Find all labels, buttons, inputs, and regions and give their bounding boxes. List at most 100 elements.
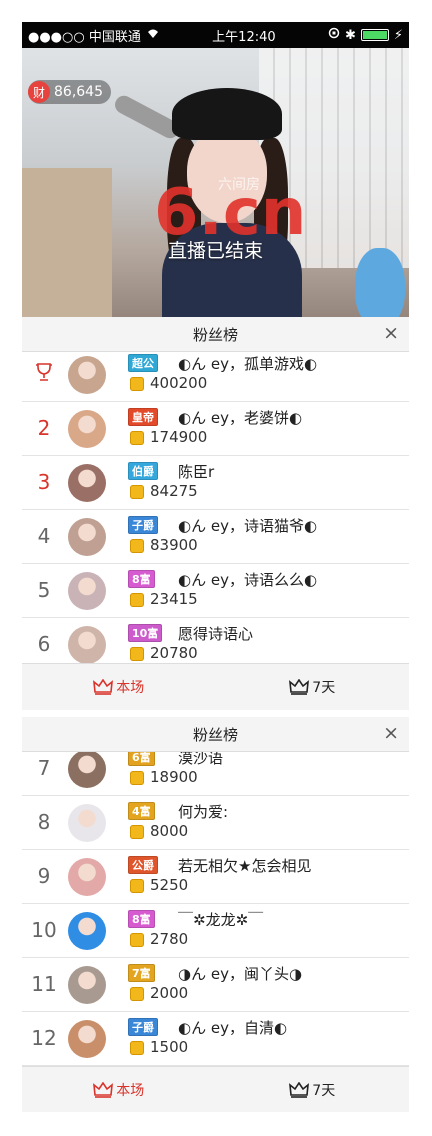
rank-badge: 子爵 [128, 516, 158, 534]
avatar[interactable] [68, 356, 106, 394]
avatar[interactable] [68, 752, 106, 788]
fortune-badge[interactable]: 财 86,645 [28, 80, 111, 104]
fan-name: 陈臣r [178, 463, 215, 481]
coin-icon [130, 771, 144, 785]
avatar[interactable] [68, 572, 106, 610]
fan-row[interactable]: 5 8富 ◐ん ey，诗语么么◐ 23415 [22, 564, 409, 618]
fan-score: 1500 [150, 1038, 189, 1056]
rotation-lock-icon [328, 27, 340, 43]
crown-icon [93, 679, 114, 695]
avatar[interactable] [68, 518, 106, 556]
fan-score: 174900 [150, 428, 208, 446]
avatar[interactable] [68, 410, 106, 448]
fans-list: 超公 ◐ん ey，孤单游戏◐ 400200 2 皇帝 ◐ん ey，老婆饼◐ 174900 3 伯… [22, 352, 409, 663]
tab-label: 本场 [116, 1083, 145, 1099]
avatar[interactable] [68, 804, 106, 842]
fan-row[interactable]: 3 伯爵 陈臣r 84275 [22, 456, 409, 510]
tab-bar: 本场 7天 [22, 1066, 409, 1112]
fan-score: 400200 [150, 374, 208, 392]
battery-icon [360, 29, 389, 41]
fan-score: 2000 [150, 984, 189, 1002]
wifi-icon [146, 28, 160, 43]
fan-row[interactable]: 7 6富 漠沙语 18900 [22, 752, 409, 796]
coin-icon [130, 485, 144, 499]
avatar[interactable] [68, 464, 106, 502]
fan-score: 2780 [150, 930, 189, 948]
fortune-value: 86,645 [54, 84, 103, 100]
screenshot-1: ●●●○○ 中国联通 上午12:40 ✱ ⚡ 财 86,645 6.cn 六间房… [22, 22, 409, 710]
coin-icon [130, 431, 144, 445]
rank-number: 12 [31, 1026, 57, 1050]
clock: 上午12:40 [212, 29, 276, 45]
fan-row[interactable]: 12 子爵 ◐ん ey，自清◐ 1500 [22, 1012, 409, 1066]
fan-score: 18900 [150, 768, 198, 786]
close-icon[interactable]: × [383, 722, 399, 744]
rank-badge: 伯爵 [128, 462, 158, 480]
rank-number: 2 [37, 416, 51, 440]
fan-row[interactable]: 8 4富 何为爱: 8000 [22, 796, 409, 850]
rank-number: 4 [37, 524, 51, 548]
avatar[interactable] [68, 966, 106, 1004]
avatar[interactable] [68, 626, 106, 663]
rank-badge: 4富 [128, 802, 155, 820]
avatar[interactable] [68, 1020, 106, 1058]
tab-7-days[interactable]: 7天 [216, 1067, 410, 1112]
rank-badge: 7富 [128, 964, 155, 982]
tab-this-session[interactable]: 本场 [22, 664, 216, 710]
rank-badge: 10富 [128, 624, 163, 642]
fan-row[interactable]: 超公 ◐ん ey，孤单游戏◐ 400200 [22, 352, 409, 402]
charging-icon: ⚡ [393, 27, 403, 43]
fan-row[interactable]: 6 10富 愿得诗语心 20780 [22, 618, 409, 663]
fan-row[interactable]: 2 皇帝 ◐ん ey，老婆饼◐ 174900 [22, 402, 409, 456]
fan-score: 84275 [150, 482, 198, 500]
screenshot-2: 粉丝榜 × 7 6富 漠沙语 18900 8 4富 何为爱: 8000 9 公爵 若无相欠★怎会相见… [22, 717, 409, 1112]
streamer-hat [172, 88, 282, 140]
rank-number: 7 [37, 756, 51, 780]
fans-panel-header: 粉丝榜 × [22, 717, 409, 752]
trophy-icon [28, 362, 60, 387]
avatar[interactable] [68, 912, 106, 950]
rank-badge: 公爵 [128, 856, 158, 874]
panel-title: 粉丝榜 [192, 325, 238, 344]
fan-name: ◐ん ey，孤单游戏◐ [178, 355, 318, 373]
rank-badge: 皇帝 [128, 408, 158, 426]
fan-score: 20780 [150, 644, 198, 662]
fortune-icon: 财 [28, 81, 50, 103]
fans-panel-header: 粉丝榜 × [22, 317, 409, 352]
fan-row[interactable]: 9 公爵 若无相欠★怎会相见 5250 [22, 850, 409, 904]
coin-icon [130, 593, 144, 607]
crown-icon [289, 679, 310, 695]
status-bar: ●●●○○ 中国联通 上午12:40 ✱ ⚡ [22, 22, 409, 48]
close-icon[interactable]: × [383, 322, 399, 344]
avatar[interactable] [68, 858, 106, 896]
coin-icon [130, 539, 144, 553]
rank-number: 11 [31, 972, 57, 996]
tab-this-session[interactable]: 本场 [22, 1067, 216, 1112]
fan-row[interactable]: 10 8富 ￣✲龙龙✲￣ 2780 [22, 904, 409, 958]
fan-score: 5250 [150, 876, 189, 894]
crown-icon [289, 1082, 310, 1098]
rank-badge: 8富 [128, 570, 155, 588]
fan-row[interactable]: 4 子爵 ◐ん ey，诗语猫爷◐ 83900 [22, 510, 409, 564]
tab-label: 本场 [116, 680, 145, 696]
fan-name: ￣✲龙龙✲￣ [178, 911, 264, 929]
coin-icon [130, 825, 144, 839]
video-player[interactable]: 财 86,645 6.cn 六间房 直播已结束 [22, 48, 409, 340]
rank-badge: 超公 [128, 354, 158, 372]
fan-row[interactable]: 11 7富 ◑ん ey，闽丫头◑ 2000 [22, 958, 409, 1012]
tab-7-days[interactable]: 7天 [216, 664, 410, 710]
coin-icon [130, 933, 144, 947]
rank-badge: 8富 [128, 910, 155, 928]
rank-badge: 6富 [128, 752, 155, 766]
coin-icon [130, 879, 144, 893]
fan-name: ◐ん ey，老婆饼◐ [178, 409, 303, 427]
fan-score: 8000 [150, 822, 189, 840]
fan-score: 23415 [150, 590, 198, 608]
fan-name: 愿得诗语心 [178, 625, 254, 643]
fan-score: 83900 [150, 536, 198, 554]
bluetooth-icon: ✱ [344, 27, 356, 43]
coin-icon [130, 1041, 144, 1055]
fan-name: ◐ん ey，诗语猫爷◐ [178, 517, 318, 535]
rank-number: 10 [31, 918, 57, 942]
coin-icon [130, 377, 144, 391]
